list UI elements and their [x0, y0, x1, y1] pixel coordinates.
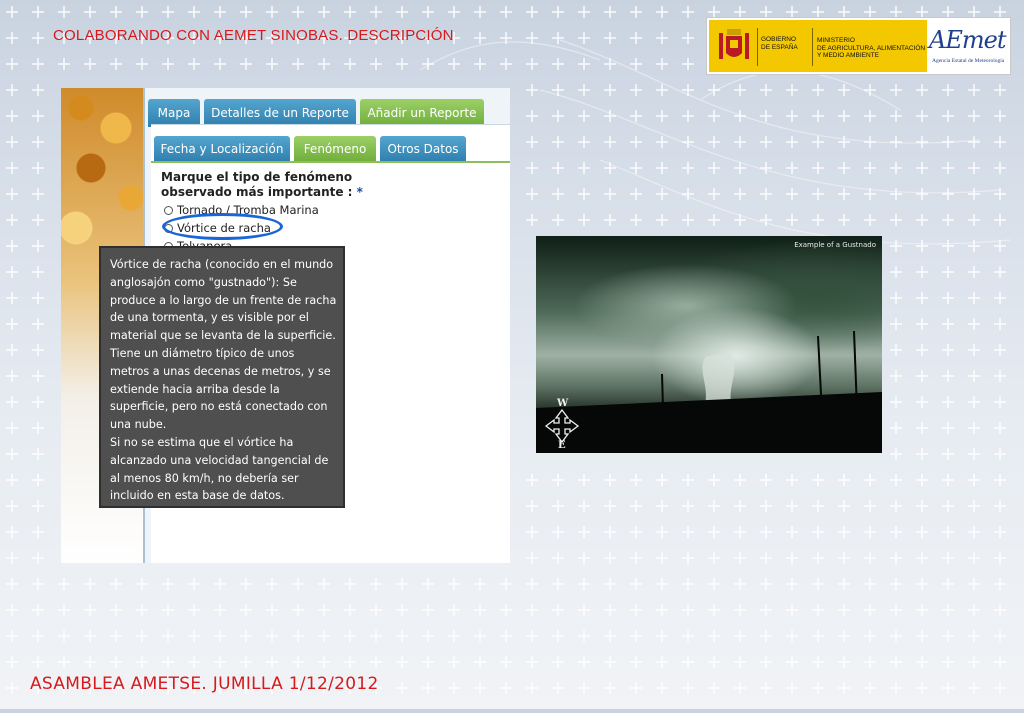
- aemet-subtitle: Agencia Estatal de Meteorología: [932, 58, 1005, 64]
- tab-underline: [151, 161, 510, 163]
- radio-icon[interactable]: [164, 205, 173, 215]
- aemet-wordmark: AEmet: [929, 26, 1006, 54]
- logos-banner: GOBIERNO DE ESPAÑA MINISTERIO DE AGRICUL…: [706, 17, 1011, 75]
- phenomenon-prompt: Marque el tipo de fenómeno observado más…: [161, 170, 363, 200]
- highlight-ellipse: [162, 213, 283, 240]
- prompt-line: observado más importante :: [161, 185, 353, 199]
- tab-otros-datos[interactable]: Otros Datos: [380, 136, 466, 162]
- photo-details: [536, 330, 882, 453]
- tab-fenomeno[interactable]: Fenómeno: [294, 136, 376, 162]
- tab-label: Mapa: [157, 106, 191, 120]
- aemet-logo: AEmet Agencia Estatal de Meteorología: [929, 24, 1007, 70]
- tab-label: Añadir un Reporte: [367, 106, 477, 120]
- prompt-line: Marque el tipo de fenómeno: [161, 170, 353, 184]
- compass-icon: W E: [538, 398, 586, 452]
- tab-label: Fenómeno: [303, 142, 367, 156]
- footer-title: ASAMBLEA AMETSE. JUMILLA 1/12/2012: [30, 674, 379, 694]
- logo-separator: [812, 28, 813, 66]
- compass-east-label: E: [558, 440, 566, 451]
- ministerio-label: MINISTERIO DE AGRICULTURA, ALIMENTACIÓN …: [817, 37, 926, 59]
- required-mark: *: [356, 185, 363, 199]
- coat-of-arms-icon: [719, 29, 749, 59]
- tab-detalles-reporte[interactable]: Detalles de un Reporte: [204, 99, 356, 127]
- government-logo: GOBIERNO DE ESPAÑA MINISTERIO DE AGRICUL…: [709, 20, 927, 72]
- photo-caption: Example of a Gustnado: [794, 241, 876, 249]
- tab-fecha-localizacion[interactable]: Fecha y Localización: [154, 136, 290, 162]
- page-title: COLABORANDO CON AEMET SINOBAS. DESCRIPCI…: [53, 27, 454, 44]
- tooltip-paragraph: Si no se estima que el vórtice ha alcanz…: [110, 435, 329, 503]
- tooltip-description: Vórtice de racha (conocido en el mundo a…: [99, 246, 345, 508]
- tab-anadir-reporte[interactable]: Añadir un Reporte: [360, 99, 484, 127]
- tab-label: Detalles de un Reporte: [211, 106, 349, 120]
- tooltip-paragraph: Vórtice de racha (conocido en el mundo a…: [110, 258, 337, 432]
- gustnado-photo: Example of a Gustnado W E: [536, 236, 882, 453]
- tab-label: Fecha y Localización: [160, 142, 284, 156]
- gobierno-label: GOBIERNO DE ESPAÑA: [761, 36, 798, 51]
- compass-west-label: W: [557, 398, 569, 409]
- logo-separator: [757, 28, 758, 66]
- tab-label: Otros Datos: [387, 142, 459, 156]
- tab-mapa[interactable]: Mapa: [148, 99, 200, 127]
